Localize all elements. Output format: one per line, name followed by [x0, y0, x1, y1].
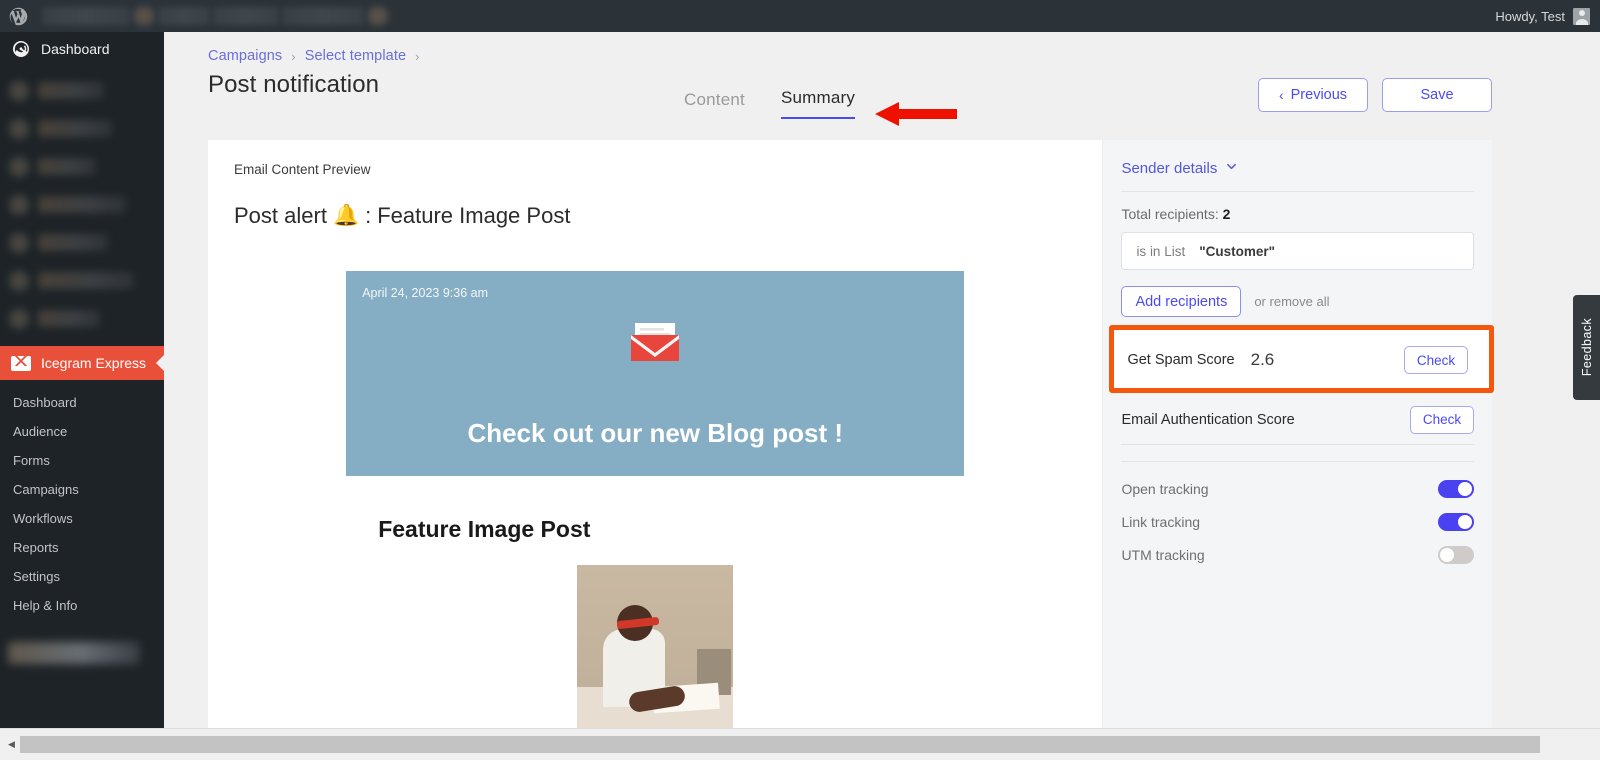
previous-button-label: Previous: [1290, 87, 1348, 103]
link-tracking-row: Link tracking: [1121, 505, 1474, 538]
remove-all-text: or remove all: [1254, 294, 1329, 309]
wp-admin-sidebar: Dashboard Icegram Express Dashboard Audi…: [0, 32, 164, 728]
spam-score-check-button[interactable]: Check: [1404, 346, 1468, 374]
wp-admin-bar: Howdy, Test: [0, 0, 1600, 32]
utm-tracking-label: UTM tracking: [1121, 546, 1205, 563]
open-tracking-label: Open tracking: [1121, 480, 1209, 497]
chevron-down-icon: [1225, 160, 1238, 177]
open-tracking-toggle[interactable]: [1438, 479, 1474, 498]
caret-left-icon[interactable]: ◀: [3, 736, 20, 753]
filter-condition: is in List: [1136, 243, 1186, 259]
filter-value: "Customer": [1199, 243, 1276, 259]
breadcrumb: Campaigns › Select template ›: [208, 48, 1536, 64]
breadcrumb-separator-icon-2: ›: [415, 48, 420, 64]
admin-bar-account[interactable]: Howdy, Test: [1495, 7, 1600, 25]
utm-tracking-row: UTM tracking: [1121, 538, 1474, 571]
sidebar-item-forms[interactable]: Forms: [0, 446, 164, 475]
sender-details-label: Sender details: [1121, 160, 1218, 177]
bell-icon: 🔔: [332, 204, 360, 227]
sidebar-blurred-footer: [0, 630, 164, 688]
link-tracking-toggle[interactable]: [1438, 512, 1474, 531]
sidebar-item-dashboard[interactable]: Dashboard: [0, 32, 164, 66]
email-auth-score-label: Email Authentication Score: [1121, 411, 1295, 428]
page-header: Campaigns › Select template › Post notif…: [164, 32, 1536, 140]
remove-all-link[interactable]: remove all: [1270, 294, 1330, 309]
content-columns: Email Content Preview Post alert 🔔 : Fea…: [164, 140, 1536, 728]
utm-tracking-toggle[interactable]: [1438, 545, 1474, 564]
sidebar-item-reports[interactable]: Reports: [0, 533, 164, 562]
hero-date: April 24, 2023 9:36 am: [362, 286, 488, 300]
header-actions: ‹ Previous Save: [1258, 78, 1492, 112]
subject-separator: :: [365, 203, 372, 228]
previous-button[interactable]: ‹ Previous: [1258, 78, 1368, 112]
sidebar-icegram-label: Icegram Express: [41, 355, 147, 371]
breadcrumb-select-template[interactable]: Select template: [305, 48, 406, 64]
subject-prefix: Post alert: [234, 203, 327, 228]
add-recipients-button[interactable]: Add recipients: [1121, 286, 1242, 317]
email-body: April 24, 2023 9:36 am Check out our new…: [208, 229, 1102, 728]
sidebar-item-dashboard-sub[interactable]: Dashboard: [0, 388, 164, 417]
feedback-label: Feedback: [1579, 318, 1594, 377]
email-hero-banner: April 24, 2023 9:36 am Check out our new…: [346, 271, 965, 476]
open-tracking-row: Open tracking: [1121, 472, 1474, 505]
save-button-label: Save: [1420, 87, 1454, 103]
sidebar-blurred-menu-items: [0, 66, 164, 346]
tracking-options: Open tracking Link tracking UTM tracking: [1121, 462, 1474, 571]
tab-bar: Content Summary: [684, 88, 856, 119]
howdy-label: Howdy, Test: [1495, 8, 1565, 24]
recipient-filter-field[interactable]: is in List "Customer": [1121, 232, 1474, 270]
feedback-tab[interactable]: Feedback: [1573, 295, 1600, 400]
summary-side-panel: Sender details Total recipients: 2 is in…: [1103, 140, 1495, 728]
link-tracking-label: Link tracking: [1121, 513, 1201, 530]
post-title: Feature Image Post: [378, 516, 591, 542]
screen-root: Howdy, Test Dashboard Icegram Express Da…: [0, 0, 1600, 760]
email-auth-score-row: Email Authentication Score Check: [1121, 395, 1474, 445]
admin-bar-blurred-items: [42, 6, 389, 26]
total-recipients-label: Total recipients:: [1121, 206, 1219, 222]
email-auth-check-button[interactable]: Check: [1410, 405, 1474, 434]
email-subject-line: Post alert 🔔 : Feature Image Post: [208, 177, 1102, 229]
sender-details-toggle[interactable]: Sender details: [1121, 160, 1474, 191]
sidebar-item-help-info[interactable]: Help & Info: [0, 591, 164, 620]
scrollbar-track[interactable]: [20, 736, 1600, 753]
sidebar-item-audience[interactable]: Audience: [0, 417, 164, 446]
sidebar-item-icegram-express[interactable]: Icegram Express: [0, 346, 164, 380]
icegram-submenu: Dashboard Audience Forms Campaigns Workf…: [0, 380, 164, 626]
spam-score-label: Get Spam Score: [1127, 352, 1235, 368]
tab-summary[interactable]: Summary: [780, 88, 856, 119]
horizontal-scrollbar[interactable]: ◀: [0, 728, 1600, 760]
preview-section-label: Email Content Preview: [234, 162, 371, 177]
spam-score-row: Get Spam Score 2.6 Check: [1121, 335, 1474, 385]
gauge-icon: [11, 39, 31, 59]
sidebar-item-campaigns[interactable]: Campaigns: [0, 475, 164, 504]
or-label: or: [1254, 294, 1266, 309]
breadcrumb-campaigns[interactable]: Campaigns: [208, 48, 282, 64]
tab-content[interactable]: Content: [684, 90, 745, 119]
subject-post-title: Feature Image Post: [377, 203, 571, 228]
score-rows: Get Spam Score 2.6 Check Email Authentic…: [1109, 325, 1495, 445]
main-content: Campaigns › Select template › Post notif…: [164, 32, 1536, 728]
breadcrumb-separator-icon: ›: [291, 48, 296, 64]
recipients-actions: Add recipients or remove all: [1121, 270, 1474, 335]
post-feature-image: [577, 565, 734, 728]
sidebar-item-workflows[interactable]: Workflows: [0, 504, 164, 533]
scrollbar-thumb[interactable]: [20, 736, 1540, 753]
chevron-left-icon: ‹: [1278, 87, 1284, 103]
envelope-icon: [11, 355, 31, 371]
user-avatar-icon: [1573, 7, 1590, 25]
hero-cta-text: Check out our new Blog post !: [467, 418, 843, 448]
save-button[interactable]: Save: [1382, 78, 1492, 112]
post-block: Feature Image Post: [346, 476, 964, 728]
sidebar-dashboard-label: Dashboard: [41, 41, 110, 57]
annotation-arrow-icon: [875, 101, 957, 127]
wordpress-logo-icon[interactable]: [0, 0, 36, 32]
sidebar-item-settings[interactable]: Settings: [0, 562, 164, 591]
open-envelope-icon: [627, 317, 683, 363]
email-preview-card: Email Content Preview Post alert 🔔 : Fea…: [208, 140, 1104, 728]
total-recipients-value: 2: [1222, 206, 1231, 222]
spam-score-value: 2.6: [1250, 350, 1275, 369]
total-recipients: Total recipients: 2: [1121, 192, 1474, 232]
